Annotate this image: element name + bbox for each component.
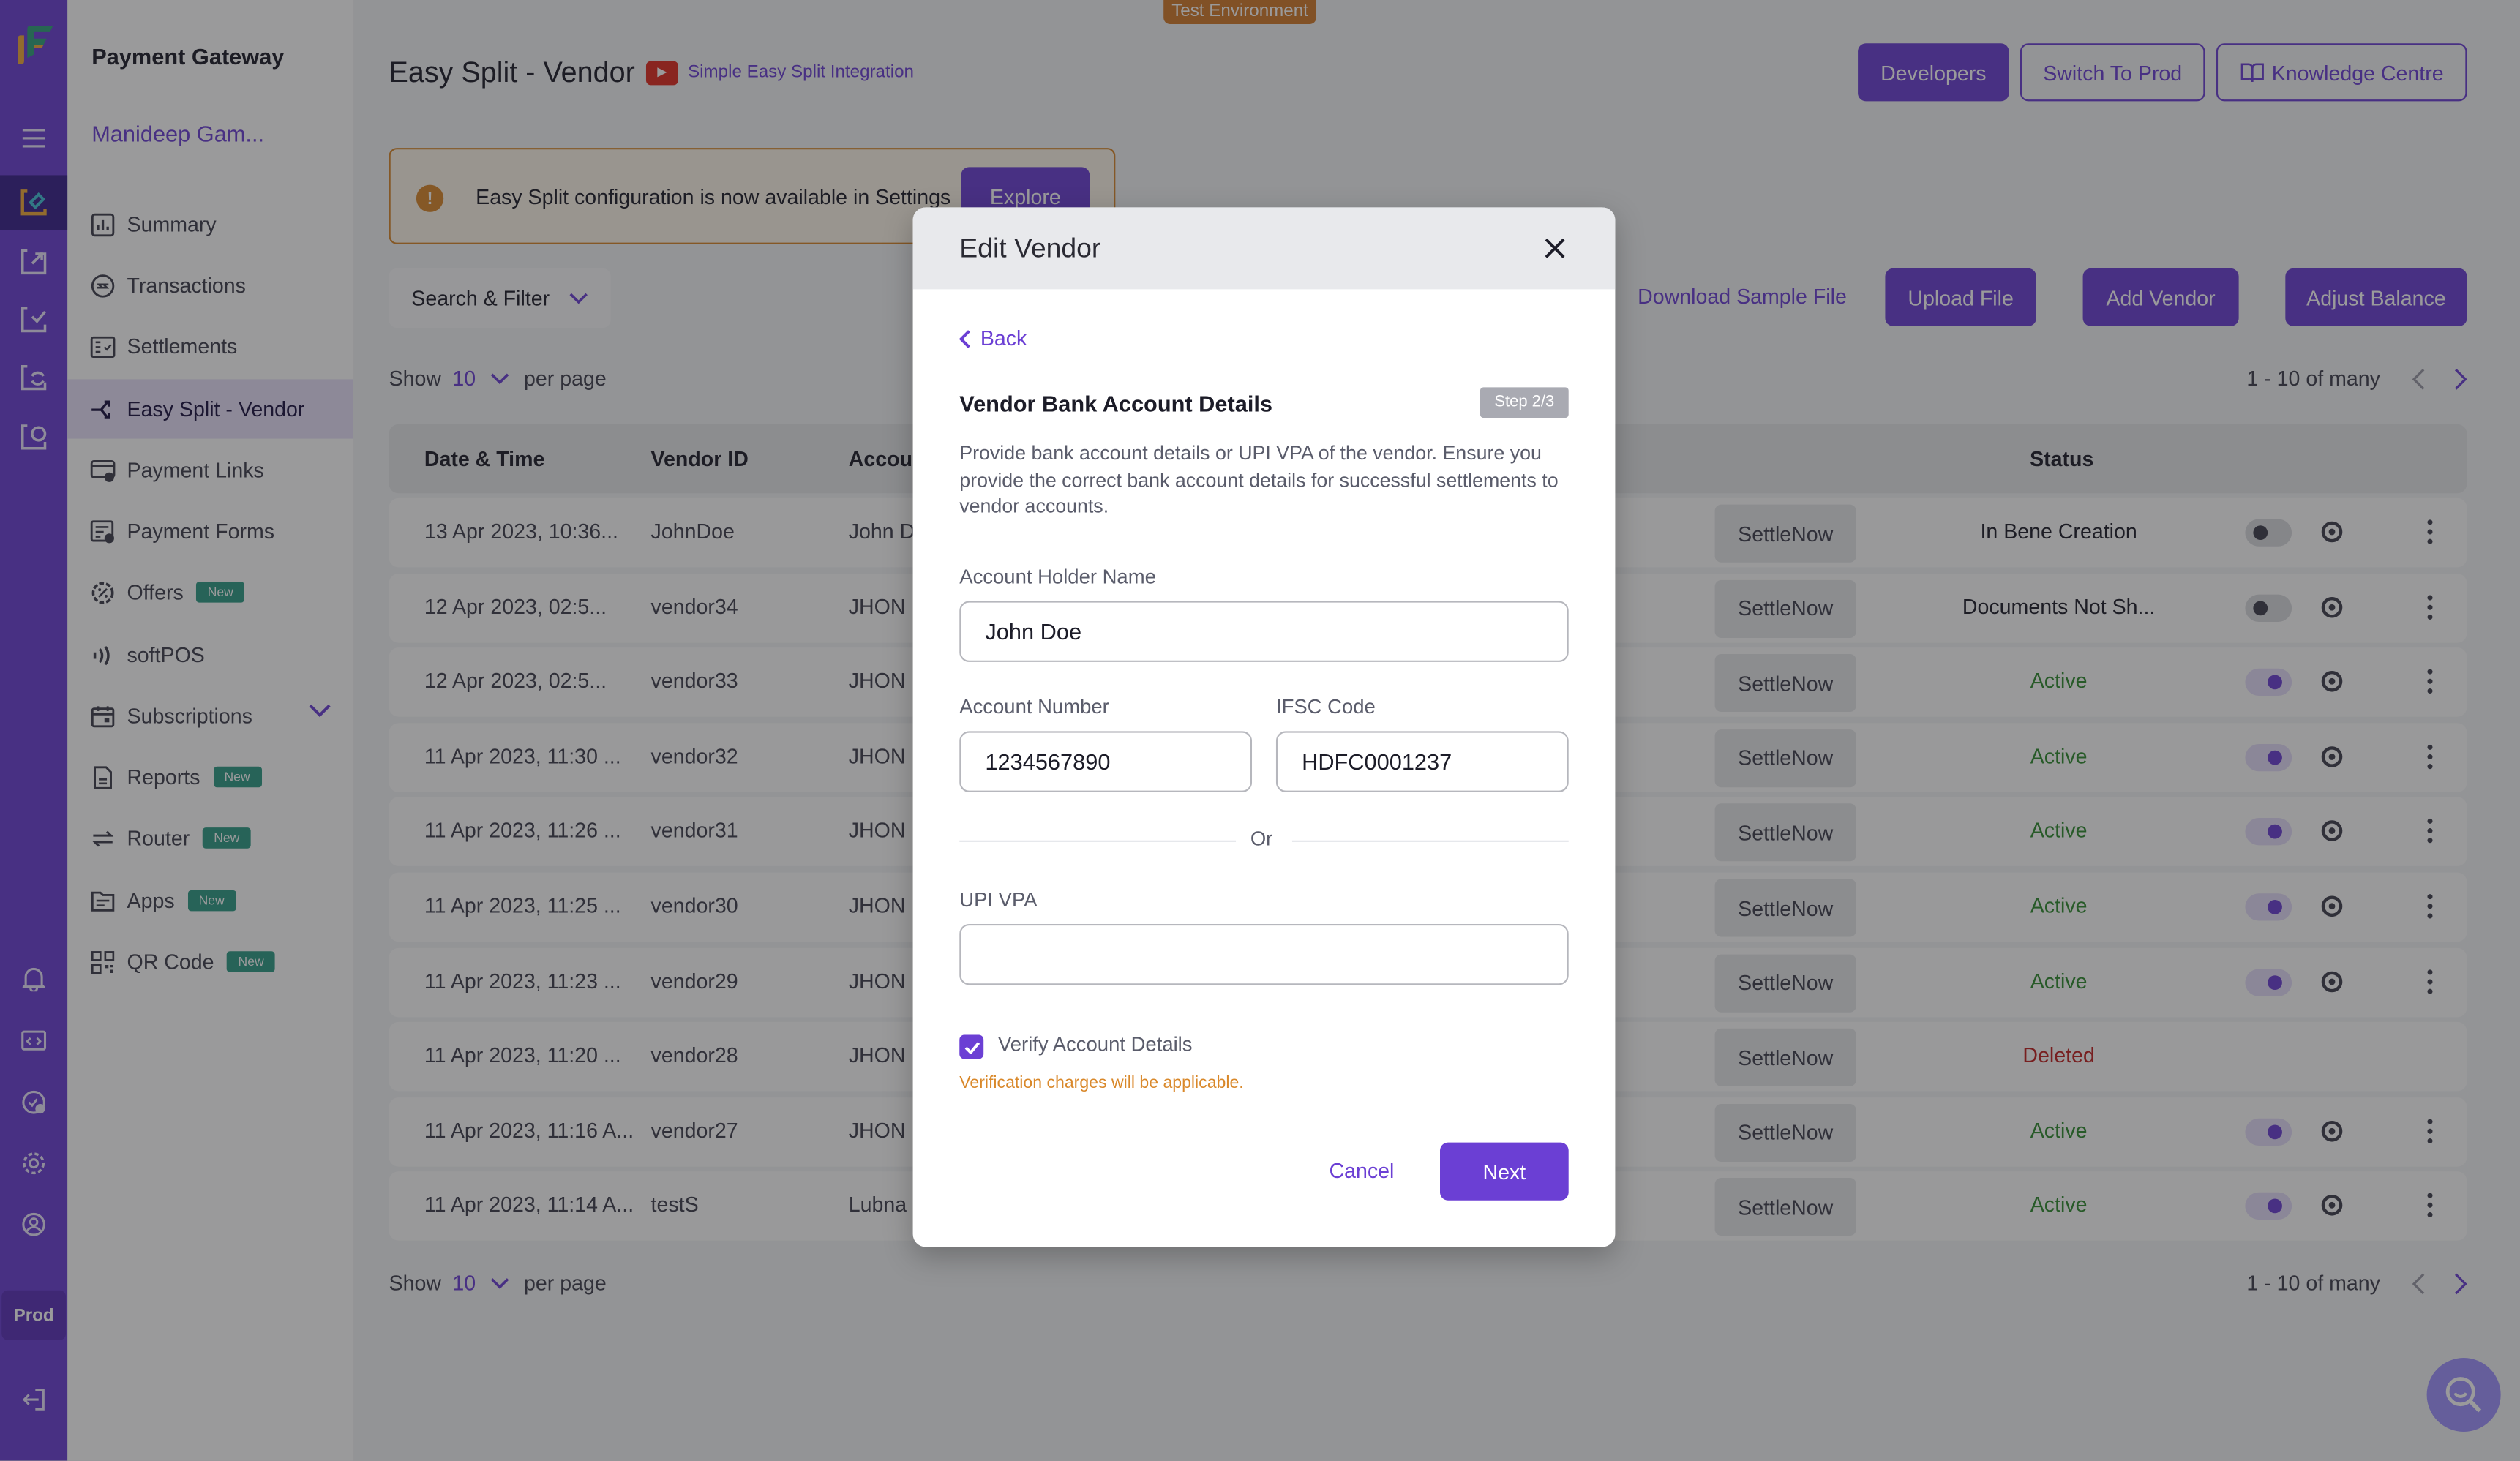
- checkmark-icon: [964, 1041, 980, 1054]
- section-description: Provide bank account details or UPI VPA …: [959, 442, 1559, 518]
- ifsc-code-label: IFSC Code: [1275, 696, 1376, 718]
- edit-vendor-modal: Edit Vendor Back Vendor Bank Account Det…: [912, 207, 1616, 1247]
- account-holder-input[interactable]: [959, 601, 1569, 662]
- back-link[interactable]: Back: [959, 326, 1027, 350]
- upi-vpa-input[interactable]: [959, 923, 1569, 985]
- verification-warning: Verification charges will be applicable.: [959, 1073, 1244, 1093]
- verify-account-label[interactable]: Verify Account Details: [998, 1033, 1193, 1056]
- account-number-label: Account Number: [959, 696, 1109, 718]
- modal-title: Edit Vendor: [959, 233, 1101, 264]
- close-icon[interactable]: [1545, 238, 1566, 259]
- account-holder-label: Account Holder Name: [959, 566, 1156, 588]
- back-label: Back: [980, 326, 1027, 350]
- cancel-button[interactable]: Cancel: [1329, 1159, 1394, 1183]
- divider: [1291, 840, 1569, 842]
- divider: [959, 840, 1237, 842]
- modal-header: Edit Vendor: [912, 207, 1616, 290]
- chevron-left-icon: [959, 328, 970, 348]
- section-title: Vendor Bank Account Details: [959, 390, 1273, 416]
- verify-account-checkbox[interactable]: [959, 1034, 984, 1059]
- next-button[interactable]: Next: [1440, 1142, 1569, 1201]
- upi-vpa-label: UPI VPA: [959, 888, 1038, 912]
- step-badge: Step 2/3: [1480, 387, 1569, 418]
- account-number-input[interactable]: [959, 731, 1253, 792]
- or-separator: Or: [1250, 827, 1273, 850]
- ifsc-code-input[interactable]: [1275, 731, 1569, 792]
